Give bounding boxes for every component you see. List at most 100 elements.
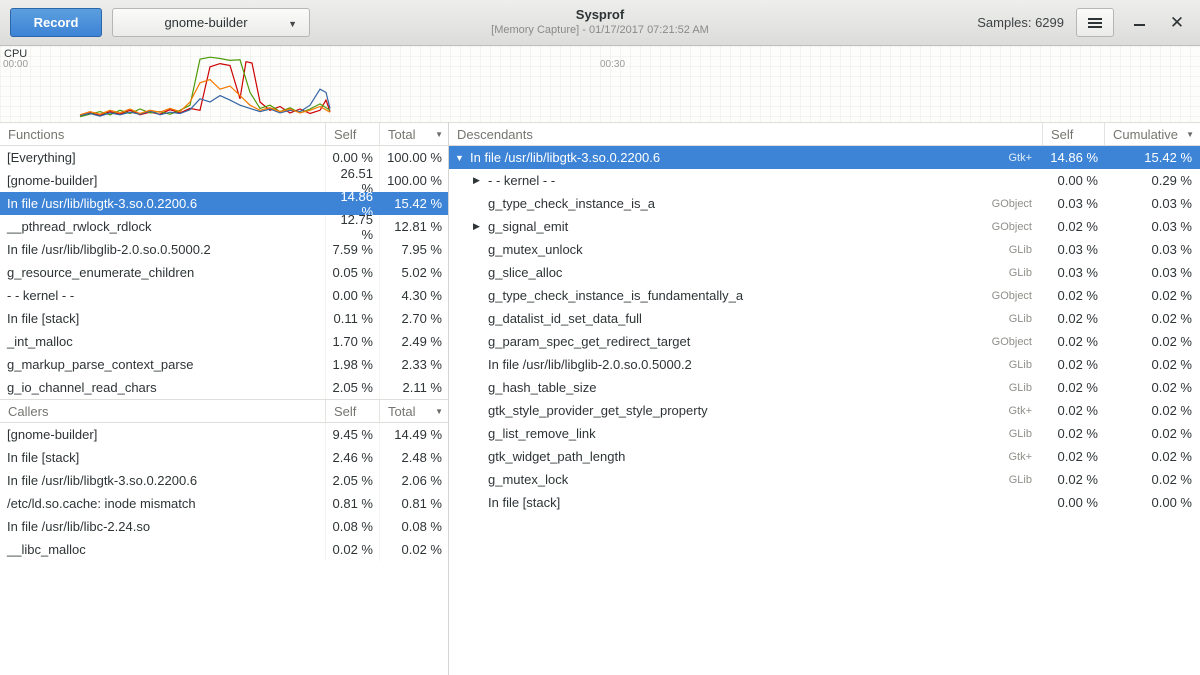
- functions-table-row[interactable]: In file [stack]0.11 %2.70 %: [0, 307, 448, 330]
- descendants-table-row[interactable]: ▶g_signal_emitGObject0.02 %0.03 %: [449, 215, 1200, 238]
- self-column-label: Self: [334, 127, 356, 142]
- descendants-table-row[interactable]: g_type_check_instance_is_fundamentally_a…: [449, 284, 1200, 307]
- descendants-table-row[interactable]: In file /usr/lib/libglib-2.0.so.0.5000.2…: [449, 353, 1200, 376]
- function-name: gtk_widget_path_length: [488, 449, 625, 464]
- descendants-table-row[interactable]: g_mutex_lockGLib0.02 %0.02 %: [449, 468, 1200, 491]
- callers-table-row[interactable]: In file /usr/lib/libc-2.24.so0.08 %0.08 …: [0, 515, 448, 538]
- descendants-cumulative-column-header[interactable]: Cumulative ▼: [1104, 123, 1200, 145]
- functions-table-row[interactable]: g_markup_parse_context_parse1.98 %2.33 %: [0, 353, 448, 376]
- functions-table-row[interactable]: g_io_channel_read_chars2.05 %2.11 %: [0, 376, 448, 399]
- self-percent: 2.05 %: [325, 376, 379, 399]
- callers-self-column-header[interactable]: Self: [325, 400, 379, 422]
- functions-table-row[interactable]: In file /usr/lib/libgtk-3.so.0.2200.614.…: [0, 192, 448, 215]
- descendant-name-cell: In file [stack]: [449, 495, 1042, 510]
- functions-table-row[interactable]: [gnome-builder]26.51 %100.00 %: [0, 169, 448, 192]
- callers-table-row[interactable]: In file /usr/lib/libgtk-3.so.0.2200.62.0…: [0, 469, 448, 492]
- descendants-table-header: Descendants Self Cumulative ▼: [449, 122, 1200, 146]
- library-category: GLib: [1009, 244, 1042, 256]
- process-selector-dropdown[interactable]: gnome-builder ▼: [112, 8, 310, 37]
- total-percent: 0.02 %: [379, 538, 448, 561]
- close-button[interactable]: ✕: [1164, 10, 1190, 36]
- callers-table-row[interactable]: __libc_malloc0.02 %0.02 %: [0, 538, 448, 561]
- functions-table-row[interactable]: [Everything]0.00 %100.00 %: [0, 146, 448, 169]
- self-percent: 0.02 %: [325, 538, 379, 561]
- descendant-name-cell: g_type_check_instance_is_fundamentally_a…: [449, 288, 1042, 303]
- sort-descending-icon: ▼: [1180, 130, 1194, 139]
- function-name: gtk_style_provider_get_style_property: [488, 403, 708, 418]
- menu-button[interactable]: [1076, 8, 1114, 37]
- descendants-table-row[interactable]: g_list_remove_linkGLib0.02 %0.02 %: [449, 422, 1200, 445]
- descendants-self-column-header[interactable]: Self: [1042, 123, 1104, 145]
- total-percent: 2.11 %: [379, 376, 448, 399]
- descendants-table-row[interactable]: gtk_style_provider_get_style_property Gtk…: [449, 399, 1200, 422]
- functions-column-header[interactable]: Functions: [0, 123, 325, 145]
- callers-table-row[interactable]: [gnome-builder]9.45 %14.49 %: [0, 423, 448, 446]
- expand-arrow-icon[interactable]: ▶: [473, 221, 488, 232]
- descendants-table-row[interactable]: g_datalist_id_set_data_fullGLib0.02 %0.0…: [449, 307, 1200, 330]
- descendants-table-row[interactable]: g_slice_allocGLib0.03 %0.03 %: [449, 261, 1200, 284]
- record-button[interactable]: Record: [10, 8, 102, 37]
- cpu-usage-chart: [0, 46, 1200, 122]
- descendants-table-row[interactable]: ▼In file /usr/lib/libgtk-3.so.0.2200.6Gt…: [449, 146, 1200, 169]
- self-column-label: Self: [1051, 127, 1073, 142]
- self-percent: 0.02 %: [1042, 357, 1104, 372]
- function-name: In file [stack]: [0, 311, 325, 326]
- self-percent: 2.46 %: [325, 446, 379, 469]
- function-name: In file /usr/lib/libglib-2.0.so.0.5000.2: [488, 357, 692, 372]
- descendant-name-cell: g_list_remove_linkGLib: [449, 426, 1042, 441]
- functions-self-column-header[interactable]: Self: [325, 123, 379, 145]
- self-percent: 0.11 %: [325, 307, 379, 330]
- cumulative-percent: 0.02 %: [1104, 288, 1200, 303]
- self-percent: 0.81 %: [325, 492, 379, 515]
- cumulative-percent: 0.02 %: [1104, 449, 1200, 464]
- callers-total-column-header[interactable]: Total ▼: [379, 400, 448, 422]
- descendants-table-row[interactable]: g_type_check_instance_is_aGObject0.03 %0…: [449, 192, 1200, 215]
- callers-table-row[interactable]: In file [stack]2.46 %2.48 %: [0, 446, 448, 469]
- function-name: g_mutex_lock: [488, 472, 568, 487]
- descendant-name-cell: gtk_widget_path_lengthGtk+: [449, 449, 1042, 464]
- library-category: Gtk+: [1008, 405, 1042, 417]
- cumulative-percent: 0.03 %: [1104, 219, 1200, 234]
- cpu-series-cpu0: [80, 62, 330, 116]
- self-percent: 0.03 %: [1042, 242, 1104, 257]
- self-percent: 0.03 %: [1042, 196, 1104, 211]
- close-icon: ✕: [1170, 14, 1184, 31]
- functions-table-row[interactable]: __pthread_rwlock_rdlock12.75 %12.81 %: [0, 215, 448, 238]
- function-name: In file /usr/lib/libgtk-3.so.0.2200.6: [0, 196, 325, 211]
- functions-table-row[interactable]: g_resource_enumerate_children0.05 %5.02 …: [0, 261, 448, 284]
- functions-table-row[interactable]: In file /usr/lib/libglib-2.0.so.0.5000.2…: [0, 238, 448, 261]
- cumulative-percent: 0.00 %: [1104, 495, 1200, 510]
- function-name: __libc_malloc: [0, 542, 325, 557]
- minimize-button[interactable]: [1126, 10, 1152, 36]
- self-percent: 2.05 %: [325, 469, 379, 492]
- callers-table-row[interactable]: /etc/ld.so.cache: inode mismatch0.81 %0.…: [0, 492, 448, 515]
- callers-column-label: Callers: [8, 404, 48, 419]
- descendants-table-row[interactable]: g_hash_table_sizeGLib0.02 %0.02 %: [449, 376, 1200, 399]
- total-percent: 5.02 %: [379, 261, 448, 284]
- collapse-arrow-icon[interactable]: ▼: [455, 153, 470, 163]
- self-percent: 0.00 %: [1042, 495, 1104, 510]
- functions-table-row[interactable]: - - kernel - -0.00 %4.30 %: [0, 284, 448, 307]
- expand-arrow-icon[interactable]: ▶: [473, 175, 488, 186]
- function-name: In file [stack]: [488, 495, 560, 510]
- total-percent: 12.81 %: [379, 215, 448, 238]
- descendant-name-cell: ▶g_signal_emitGObject: [449, 219, 1042, 234]
- callers-column-header[interactable]: Callers: [0, 400, 325, 422]
- self-percent: 0.02 %: [1042, 380, 1104, 395]
- descendants-table-row[interactable]: In file [stack] 0.00 %0.00 %: [449, 491, 1200, 514]
- self-percent: 7.59 %: [325, 238, 379, 261]
- descendant-name-cell: g_param_spec_get_redirect_targetGObject: [449, 334, 1042, 349]
- functions-table-row[interactable]: _int_malloc1.70 %2.49 %: [0, 330, 448, 353]
- total-column-label: Total: [388, 127, 415, 142]
- self-percent: 0.02 %: [1042, 426, 1104, 441]
- total-percent: 7.95 %: [379, 238, 448, 261]
- descendants-table-row[interactable]: ▶- - kernel - -0.00 %0.29 %: [449, 169, 1200, 192]
- self-percent: 9.45 %: [325, 423, 379, 446]
- descendants-table-row[interactable]: g_mutex_unlockGLib0.03 %0.03 %: [449, 238, 1200, 261]
- descendants-table-row[interactable]: gtk_widget_path_lengthGtk+0.02 %0.02 %: [449, 445, 1200, 468]
- descendants-table-row[interactable]: g_param_spec_get_redirect_targetGObject0…: [449, 330, 1200, 353]
- cpu-timeline-graph[interactable]: CPU 00:00 00:30: [0, 46, 1200, 122]
- total-percent: 2.06 %: [379, 469, 448, 492]
- functions-total-column-header[interactable]: Total ▼: [379, 123, 448, 145]
- descendants-column-header[interactable]: Descendants: [449, 123, 1042, 145]
